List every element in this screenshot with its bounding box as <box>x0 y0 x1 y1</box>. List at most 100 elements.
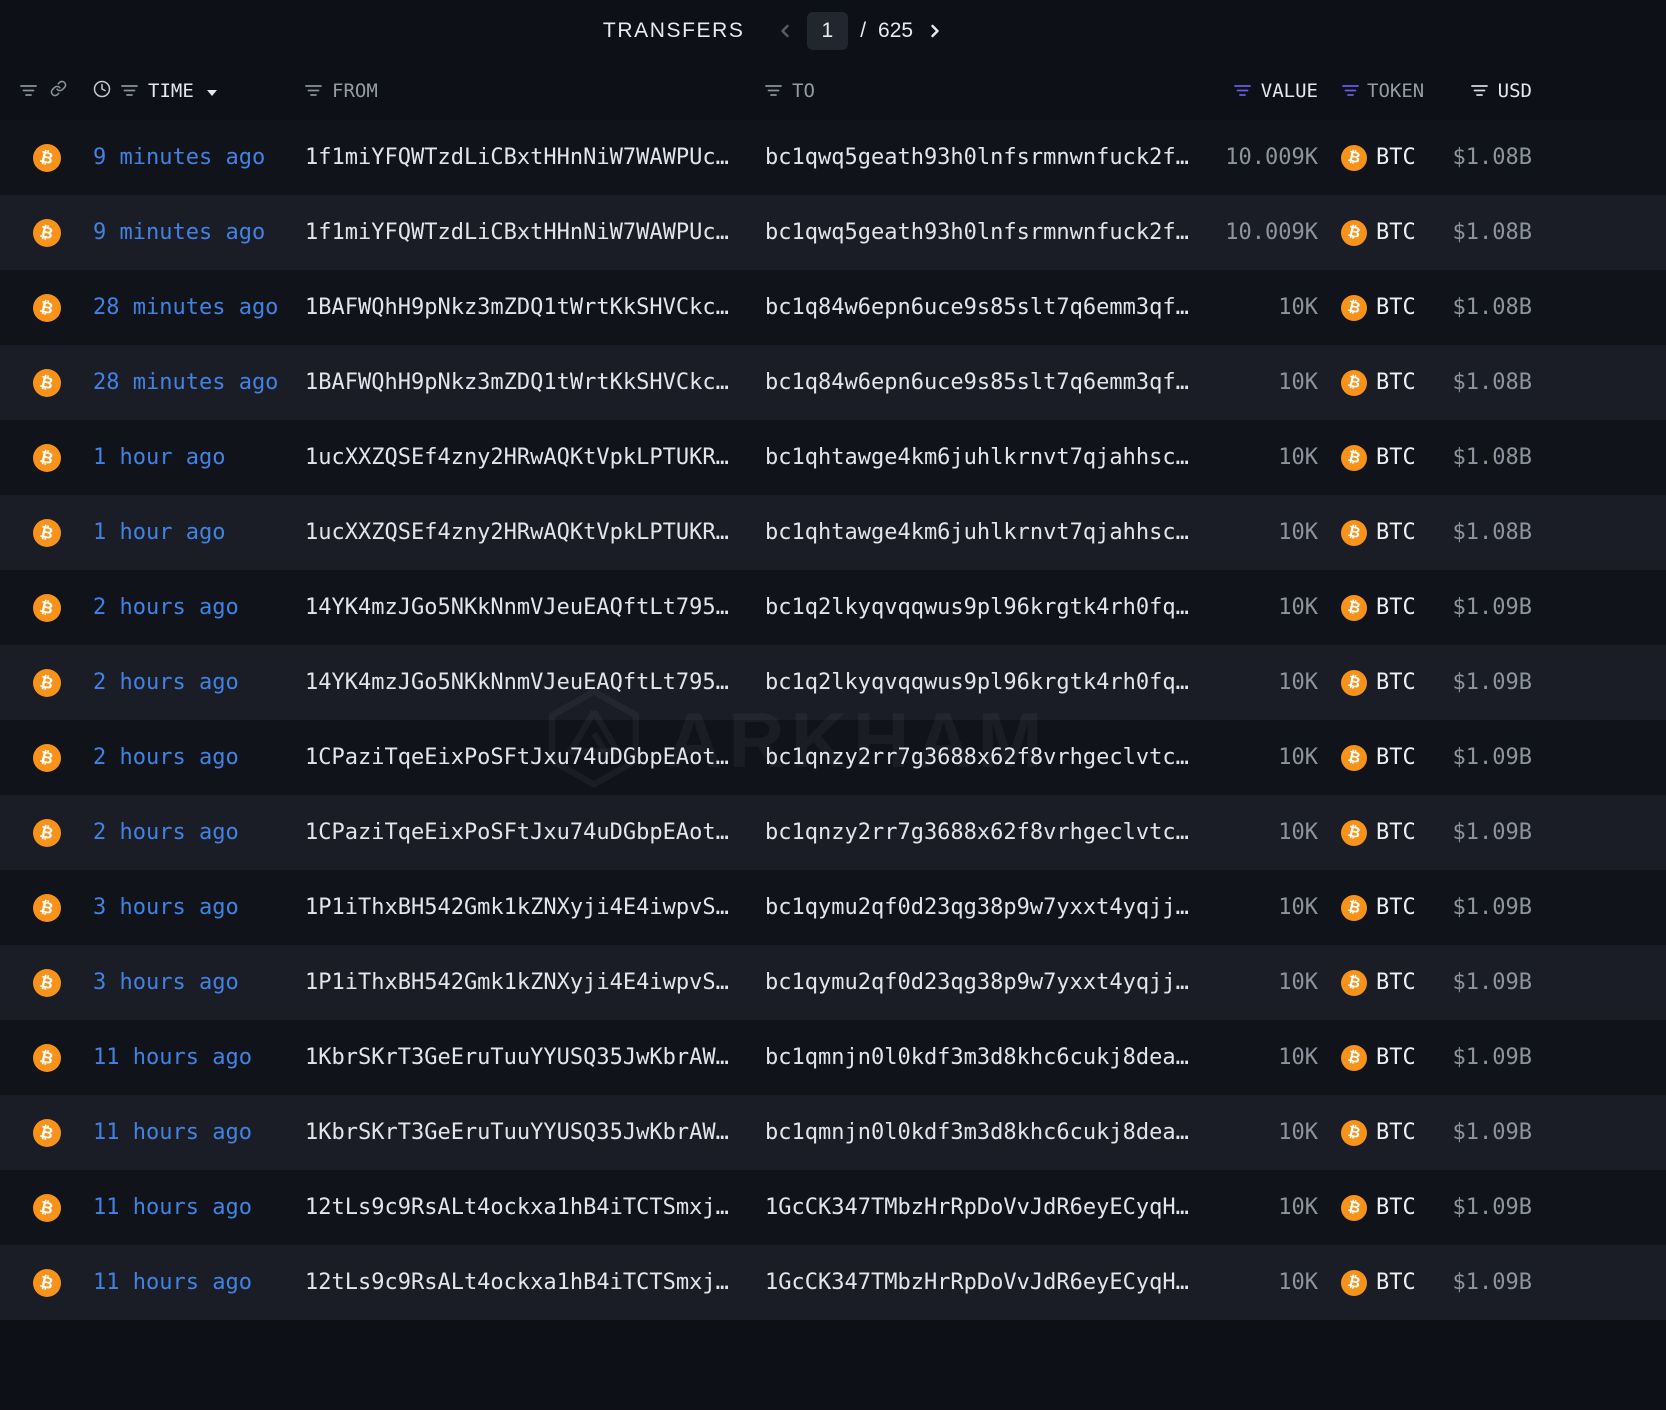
usd-value: $1.09B <box>1428 670 1532 695</box>
to-address[interactable]: bc1qwq5geath93h0lnfsrmnwnfuck2f… <box>765 145 1218 170</box>
transfer-value: 10K <box>1218 1195 1318 1220</box>
token-cell: ₿ BTC <box>1318 220 1428 246</box>
usd-value: $1.08B <box>1428 370 1532 395</box>
transfer-time-link[interactable]: 2 hours ago <box>93 595 239 620</box>
to-address[interactable]: bc1qhtawge4km6juhlkrnvt7qjahhsc… <box>765 445 1218 470</box>
from-address[interactable]: 1BAFWQhH9pNkz3mZDQ1tWrtKkSHVCkc… <box>305 295 765 320</box>
transfer-time-link[interactable]: 3 hours ago <box>93 895 239 920</box>
to-address[interactable]: bc1q84w6epn6uce9s85slt7q6emm3qf… <box>765 295 1218 320</box>
token-filter-icon[interactable] <box>1342 80 1359 102</box>
to-address[interactable]: bc1q84w6epn6uce9s85slt7q6emm3qf… <box>765 370 1218 395</box>
from-address[interactable]: 1KbrSKrT3GeEruTuuYYUSQ35JwKbrAW… <box>305 1120 765 1145</box>
transfer-time-link[interactable]: 28 minutes ago <box>93 295 278 320</box>
column-header-value[interactable]: VALUE <box>1261 80 1318 102</box>
table-row[interactable]: ₿ 1 hour ago 1ucXXZQSEf4zny2HRwAQKtVpkLP… <box>0 495 1666 570</box>
from-address[interactable]: 1KbrSKrT3GeEruTuuYYUSQ35JwKbrAW… <box>305 1045 765 1070</box>
transfer-time-link[interactable]: 2 hours ago <box>93 820 239 845</box>
table-row[interactable]: ₿ 11 hours ago 12tLs9c9RsALt4ockxa1hB4iT… <box>0 1245 1666 1320</box>
transfer-value: 10.009K <box>1218 145 1318 170</box>
table-row[interactable]: ₿ 9 minutes ago 1f1miYFQWTzdLiCBxtHHnNiW… <box>0 195 1666 270</box>
clock-icon <box>93 80 111 103</box>
table-row[interactable]: ₿ 2 hours ago 14YK4mzJGo5NKkNnmVJeuEAQft… <box>0 570 1666 645</box>
transfer-time-link[interactable]: 1 hour ago <box>93 445 225 470</box>
usd-filter-icon[interactable] <box>1471 80 1488 102</box>
transfer-value: 10K <box>1218 445 1318 470</box>
from-address[interactable]: 1BAFWQhH9pNkz3mZDQ1tWrtKkSHVCkc… <box>305 370 765 395</box>
transfer-time-link[interactable]: 3 hours ago <box>93 970 239 995</box>
table-row[interactable]: ₿ 1 hour ago 1ucXXZQSEf4zny2HRwAQKtVpkLP… <box>0 420 1666 495</box>
filter-icon[interactable] <box>20 80 37 102</box>
from-address[interactable]: 1P1iThxBH542Gmk1kZNXyji4E4iwpvS… <box>305 895 765 920</box>
from-address[interactable]: 14YK4mzJGo5NKkNnmVJeuEAQftLt795… <box>305 595 765 620</box>
table-row[interactable]: ₿ 11 hours ago 1KbrSKrT3GeEruTuuYYUSQ35J… <box>0 1020 1666 1095</box>
to-address[interactable]: 1GcCK347TMbzHrRpDoVvJdR6eyECyqH… <box>765 1270 1218 1295</box>
table-row[interactable]: ₿ 28 minutes ago 1BAFWQhH9pNkz3mZDQ1tWrt… <box>0 270 1666 345</box>
table-row[interactable]: ₿ 3 hours ago 1P1iThxBH542Gmk1kZNXyji4E4… <box>0 870 1666 945</box>
from-address[interactable]: 1f1miYFQWTzdLiCBxtHHnNiW7WAWPUc… <box>305 220 765 245</box>
from-filter-icon[interactable] <box>305 80 322 102</box>
table-row[interactable]: ₿ 28 minutes ago 1BAFWQhH9pNkz3mZDQ1tWrt… <box>0 345 1666 420</box>
time-filter-icon[interactable] <box>121 80 138 102</box>
from-address[interactable]: 1f1miYFQWTzdLiCBxtHHnNiW7WAWPUc… <box>305 145 765 170</box>
transfer-time-link[interactable]: 2 hours ago <box>93 670 239 695</box>
transfer-value: 10K <box>1218 820 1318 845</box>
to-filter-icon[interactable] <box>765 80 782 102</box>
btc-token-icon: ₿ <box>1341 1270 1367 1296</box>
transfer-time-link[interactable]: 9 minutes ago <box>93 220 265 245</box>
to-address[interactable]: bc1qnzy2rr7g3688x62f8vrhgeclvtc… <box>765 820 1218 845</box>
to-address[interactable]: 1GcCK347TMbzHrRpDoVvJdR6eyECyqH… <box>765 1195 1218 1220</box>
from-address[interactable]: 1CPaziTqeEixPoSFtJxu74uDGbpEAot… <box>305 745 765 770</box>
to-address[interactable]: bc1qmnjn0l0kdf3m3d8khc6cukj8dea… <box>765 1120 1218 1145</box>
table-row[interactable]: ₿ 2 hours ago 1CPaziTqeEixPoSFtJxu74uDGb… <box>0 795 1666 870</box>
column-header-from[interactable]: FROM <box>332 80 378 102</box>
transfer-time-link[interactable]: 9 minutes ago <box>93 145 265 170</box>
from-address[interactable]: 1ucXXZQSEf4zny2HRwAQKtVpkLPTUKR… <box>305 520 765 545</box>
table-row[interactable]: ₿ 11 hours ago 1KbrSKrT3GeEruTuuYYUSQ35J… <box>0 1095 1666 1170</box>
transfer-time-link[interactable]: 11 hours ago <box>93 1045 252 1070</box>
token-symbol: BTC <box>1376 595 1416 620</box>
transfer-time-link[interactable]: 28 minutes ago <box>93 370 278 395</box>
column-header-time[interactable]: TIME <box>148 80 194 102</box>
from-address[interactable]: 14YK4mzJGo5NKkNnmVJeuEAQftLt795… <box>305 670 765 695</box>
column-header-to[interactable]: TO <box>792 80 815 102</box>
from-address[interactable]: 12tLs9c9RsALt4ockxa1hB4iTCTSmxj… <box>305 1195 765 1220</box>
from-address[interactable]: 12tLs9c9RsALt4ockxa1hB4iTCTSmxj… <box>305 1270 765 1295</box>
to-address[interactable]: bc1qymu2qf0d23qg38p9w7yxxt4yqjj… <box>765 970 1218 995</box>
bitcoin-chain-icon: ₿ <box>33 144 61 172</box>
to-address[interactable]: bc1qymu2qf0d23qg38p9w7yxxt4yqjj… <box>765 895 1218 920</box>
to-address[interactable]: bc1qwq5geath93h0lnfsrmnwnfuck2f… <box>765 220 1218 245</box>
to-address[interactable]: bc1qmnjn0l0kdf3m3d8khc6cukj8dea… <box>765 1045 1218 1070</box>
prev-page-button[interactable] <box>773 19 797 43</box>
transfer-time-link[interactable]: 11 hours ago <box>93 1195 252 1220</box>
current-page-input[interactable]: 1 <box>807 12 849 50</box>
to-address[interactable]: bc1q2lkyqvqqwus9pl96krgtk4rh0fq… <box>765 595 1218 620</box>
from-address[interactable]: 1CPaziTqeEixPoSFtJxu74uDGbpEAot… <box>305 820 765 845</box>
table-row[interactable]: ₿ 2 hours ago 1CPaziTqeEixPoSFtJxu74uDGb… <box>0 720 1666 795</box>
token-cell: ₿ BTC <box>1318 970 1428 996</box>
transfer-time-link[interactable]: 1 hour ago <box>93 520 225 545</box>
bitcoin-chain-icon: ₿ <box>33 294 61 322</box>
transfer-value: 10K <box>1218 1045 1318 1070</box>
table-row[interactable]: ₿ 2 hours ago 14YK4mzJGo5NKkNnmVJeuEAQft… <box>0 645 1666 720</box>
transfer-time-link[interactable]: 11 hours ago <box>93 1120 252 1145</box>
usd-value: $1.09B <box>1428 970 1532 995</box>
table-row[interactable]: ₿ 9 minutes ago 1f1miYFQWTzdLiCBxtHHnNiW… <box>0 120 1666 195</box>
transfer-time-link[interactable]: 11 hours ago <box>93 1270 252 1295</box>
pagination: 1 / 625 <box>773 12 948 50</box>
value-filter-icon[interactable] <box>1234 80 1251 102</box>
transfer-time-link[interactable]: 2 hours ago <box>93 745 239 770</box>
next-page-button[interactable] <box>923 19 947 43</box>
from-address[interactable]: 1ucXXZQSEf4zny2HRwAQKtVpkLPTUKR… <box>305 445 765 470</box>
from-address[interactable]: 1P1iThxBH542Gmk1kZNXyji4E4iwpvS… <box>305 970 765 995</box>
titlebar: TRANSFERS 1 / 625 <box>0 0 1666 62</box>
to-address[interactable]: bc1q2lkyqvqqwus9pl96krgtk4rh0fq… <box>765 670 1218 695</box>
column-header-token[interactable]: TOKEN <box>1367 80 1424 102</box>
column-header-usd[interactable]: USD <box>1498 80 1532 102</box>
to-address[interactable]: bc1qhtawge4km6juhlkrnvt7qjahhsc… <box>765 520 1218 545</box>
table-row[interactable]: ₿ 11 hours ago 12tLs9c9RsALt4ockxa1hB4iT… <box>0 1170 1666 1245</box>
to-address[interactable]: bc1qnzy2rr7g3688x62f8vrhgeclvtc… <box>765 745 1218 770</box>
transfer-value: 10K <box>1218 895 1318 920</box>
link-icon[interactable] <box>50 80 67 102</box>
sort-caret-down-icon[interactable] <box>206 80 218 102</box>
table-row[interactable]: ₿ 3 hours ago 1P1iThxBH542Gmk1kZNXyji4E4… <box>0 945 1666 1020</box>
